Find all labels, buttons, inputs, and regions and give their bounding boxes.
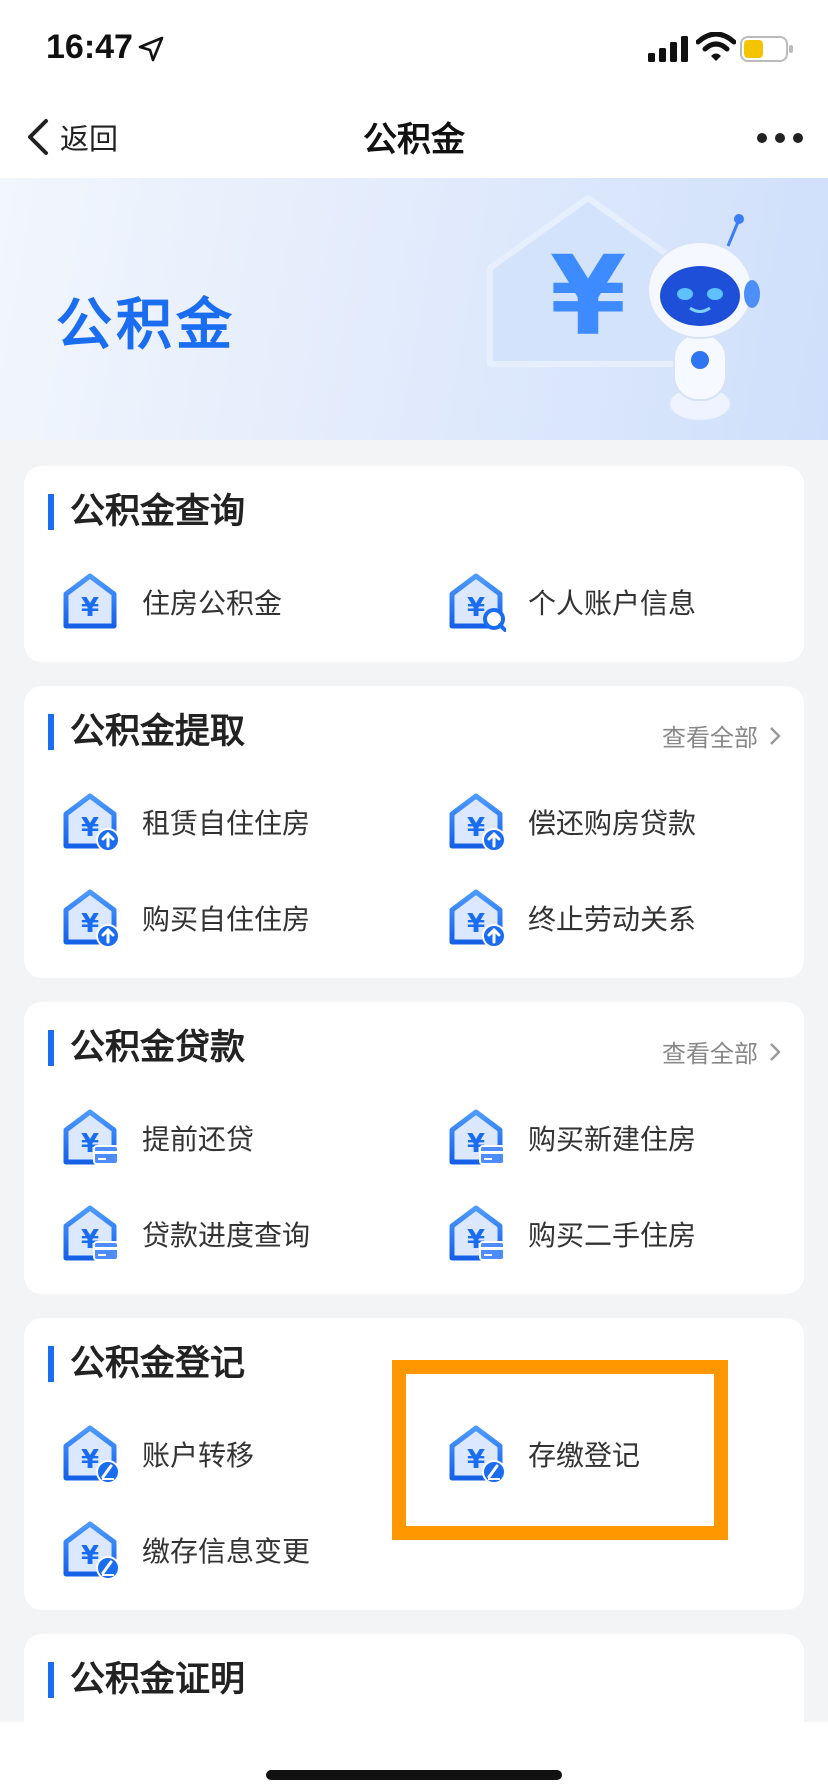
section-title: 公积金提取 (48, 714, 245, 750)
section-query: 公积金查询 住房公积金 个人账户信息 (24, 466, 804, 662)
menu-item-loan-progress[interactable]: 贷款进度查询 (60, 1204, 310, 1264)
chevron-right-icon (770, 726, 781, 745)
menu-item-personal-account-info[interactable]: 个人账户信息 (446, 572, 696, 632)
house-upload-icon (446, 792, 506, 852)
hero-banner: 公积金 ¥ (0, 178, 828, 440)
section-register: 公积金登记 账户转移 存缴登记 缴存信息变更 (24, 1318, 804, 1610)
menu-item-early-repayment[interactable]: 提前还贷 (60, 1108, 254, 1168)
svg-text:¥: ¥ (550, 232, 627, 360)
house-upload-icon (60, 888, 120, 948)
chevron-left-icon (28, 119, 48, 155)
banner-title: 公积金 (56, 293, 236, 358)
menu-item-buy-second-hand-housing[interactable]: 购买二手住房 (446, 1204, 696, 1264)
back-label: 返回 (60, 122, 119, 156)
section-title: 公积金查询 (48, 494, 245, 530)
page-title: 公积金 (363, 120, 465, 160)
house-upload-icon (446, 888, 506, 948)
navigation-bar: 返回 公积金 (0, 100, 828, 178)
house-card-icon (446, 1204, 506, 1264)
chevron-right-icon (770, 1042, 781, 1061)
back-button[interactable]: 返回 (22, 112, 118, 162)
menu-item-repay-mortgage[interactable]: 偿还购房贷款 (446, 792, 696, 852)
menu-item-account-transfer[interactable]: 账户转移 (60, 1424, 254, 1484)
section-title: 公积金登记 (48, 1346, 245, 1382)
more-options-icon[interactable] (756, 126, 804, 150)
section-title: 公积金贷款 (48, 1030, 245, 1066)
section-loan: 公积金贷款 查看全部 提前还贷 购买新建住房 贷款进度查询 购买二手住房 (24, 1002, 804, 1294)
section-title: 公积金证明 (48, 1662, 245, 1698)
house-edit-icon (60, 1520, 120, 1580)
house-edit-icon (60, 1424, 120, 1484)
house-search-icon (446, 572, 506, 632)
battery-icon (740, 36, 793, 62)
cellular-signal-icon (648, 36, 688, 62)
house-card-icon (60, 1108, 120, 1168)
house-card-icon (60, 1204, 120, 1264)
house-upload-icon (60, 792, 120, 852)
status-time: 16:47 (46, 28, 133, 66)
house-card-icon (446, 1108, 506, 1168)
menu-item-deposit-registration[interactable]: 存缴登记 (446, 1424, 640, 1484)
section-withdraw: 公积金提取 查看全部 租赁自住住房 偿还购房贷款 购买自住住房 终止劳动关系 (24, 686, 804, 978)
menu-item-housing-fund[interactable]: 住房公积金 (60, 572, 282, 632)
view-all-link[interactable]: 查看全部 (662, 1034, 782, 1069)
menu-item-terminate-employment[interactable]: 终止劳动关系 (446, 888, 696, 948)
menu-item-buy-new-housing[interactable]: 购买新建住房 (446, 1108, 696, 1168)
wifi-icon (696, 32, 736, 61)
home-indicator[interactable] (266, 1770, 562, 1780)
location-arrow-icon (138, 36, 164, 62)
menu-item-deposit-info-change[interactable]: 缴存信息变更 (60, 1520, 310, 1580)
house-yen-icon (60, 572, 120, 632)
status-bar: 16:47 (0, 0, 828, 100)
house-edit-icon (446, 1424, 506, 1484)
view-all-link[interactable]: 查看全部 (662, 718, 782, 753)
home-bar (0, 1722, 828, 1792)
menu-item-buy-housing[interactable]: 购买自住住房 (60, 888, 310, 948)
menu-item-rent-housing[interactable]: 租赁自住住房 (60, 792, 310, 852)
house-robot-illustration: ¥ (487, 195, 760, 420)
